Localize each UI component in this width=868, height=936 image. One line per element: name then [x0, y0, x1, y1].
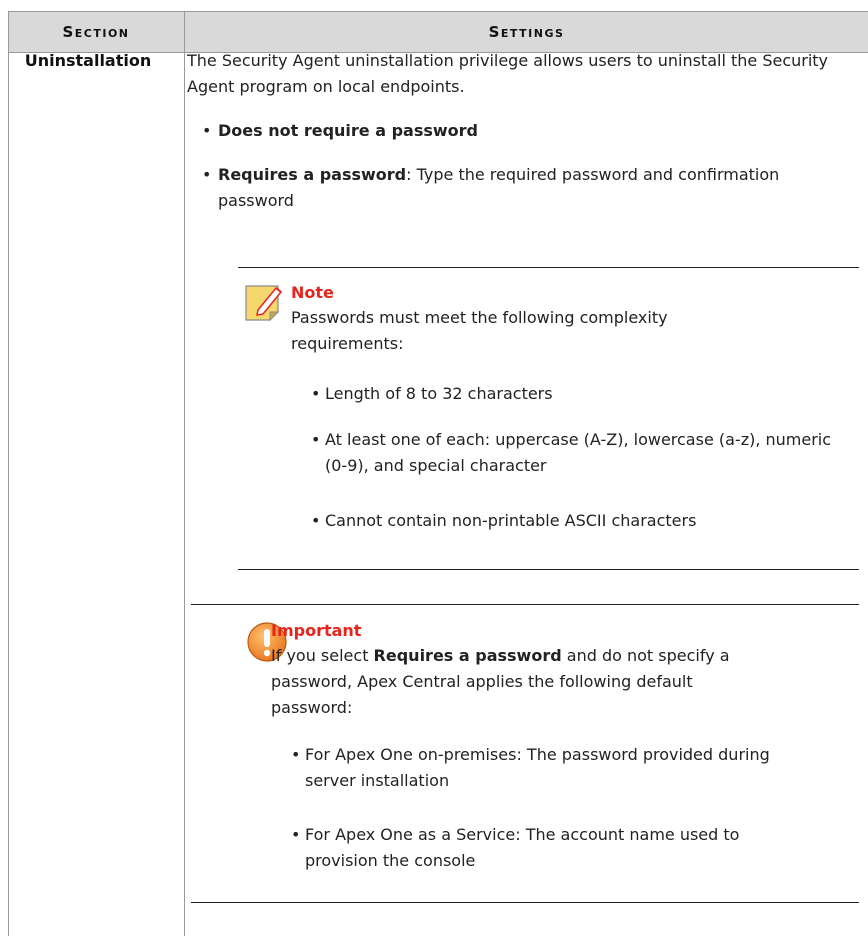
option-bold: Requires a password — [218, 165, 407, 184]
table-column-divider — [184, 12, 185, 936]
bullet-icon: • — [311, 430, 321, 449]
option-bold: Does not require a password — [218, 121, 478, 140]
bullet-icon: • — [311, 384, 321, 403]
important-title: Important — [271, 621, 362, 640]
header-section: Section — [62, 23, 130, 41]
note-text: Passwords must meet the following comple… — [291, 308, 668, 353]
bullet-icon: • — [202, 121, 212, 140]
note-title: Note — [291, 283, 334, 302]
bullet-icon: • — [291, 825, 301, 844]
table-header-row: Section Settings — [8, 12, 868, 53]
bullet-icon: • — [202, 165, 212, 184]
note-pencil-icon — [245, 285, 283, 322]
table-border-left — [8, 12, 9, 936]
note-top-rule — [238, 267, 859, 268]
important-top-rule — [191, 604, 859, 605]
bullet-icon: • — [311, 511, 321, 530]
bullet-icon: • — [291, 745, 301, 764]
intro-paragraph: The Security Agent uninstallation privil… — [187, 51, 829, 96]
important-text: If you select Requires a password and do… — [271, 646, 730, 717]
section-name: Uninstallation — [24, 51, 152, 70]
header-settings: Settings — [488, 23, 565, 41]
note-bottom-rule — [238, 569, 859, 570]
important-bottom-rule — [191, 902, 859, 903]
